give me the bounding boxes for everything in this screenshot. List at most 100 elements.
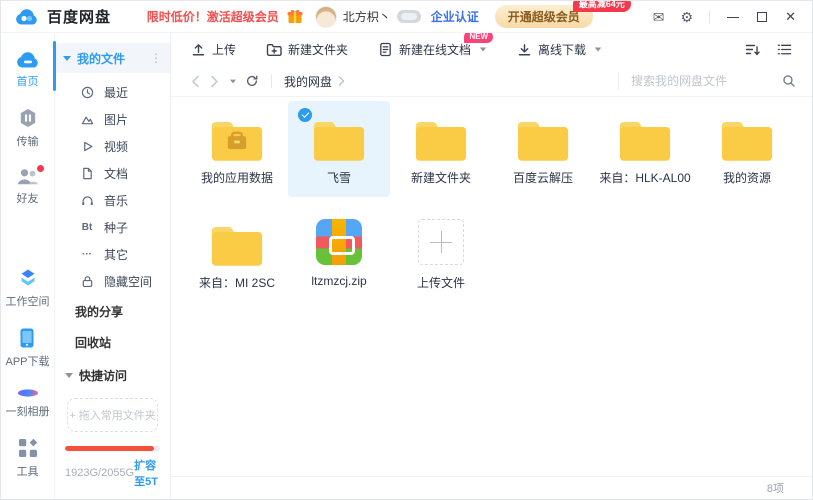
left-rail: 首页 传输 好友	[1, 33, 55, 499]
baidu-pan-logo-icon	[15, 8, 39, 25]
clock-icon	[80, 86, 94, 100]
rail-item-tools[interactable]: 工具	[17, 438, 39, 479]
scrollbar-thumb[interactable]	[53, 41, 56, 91]
sidebar-item-torrents[interactable]: Bt 种子	[55, 214, 170, 241]
chevron-down-icon	[480, 48, 486, 52]
enterprise-cert-link[interactable]: 企业认证	[431, 8, 479, 25]
app-title: 百度网盘	[47, 6, 111, 27]
mail-icon[interactable]: ✉	[653, 10, 665, 24]
rail-label: 工作空间	[6, 293, 50, 309]
file-tile-my-resources[interactable]: 我的资源	[696, 101, 798, 197]
sidebar-item-hidden-space[interactable]: 隐藏空间	[55, 268, 170, 295]
breadcrumb-chevron-icon	[338, 76, 345, 86]
sidebar-item-pictures[interactable]: 图片	[55, 106, 170, 133]
file-tile-new-folder[interactable]: 新建文件夹	[390, 101, 492, 197]
storage-progress-bar[interactable]	[65, 446, 160, 451]
new-folder-label: 新建文件夹	[288, 41, 348, 58]
history-dropdown-icon[interactable]	[230, 79, 236, 83]
file-name: 百度云解压	[513, 169, 573, 186]
rail-item-friends[interactable]: 好友	[16, 168, 39, 206]
folder-icon	[311, 110, 367, 162]
file-name: 来自：HLK-AL00	[599, 169, 690, 186]
file-tile-baidu-unzip[interactable]: 百度云解压	[492, 101, 594, 197]
document-icon	[80, 167, 94, 181]
offline-download-button[interactable]: 离线下载	[517, 41, 602, 58]
lock-icon	[80, 275, 94, 289]
search-input[interactable]	[631, 74, 782, 88]
file-tile-app-data[interactable]: 我的应用数据	[186, 101, 288, 197]
storage-usage-text: 1923G/2055G	[65, 467, 134, 479]
forward-button[interactable]	[210, 75, 219, 88]
rail-item-home[interactable]: 首页	[16, 51, 40, 89]
workspace-icon	[18, 268, 38, 288]
file-tile-zip[interactable]: ltzmzcj.zip	[288, 206, 390, 302]
tree-label: 音乐	[104, 192, 128, 209]
rail-item-app-download[interactable]: APP下载	[5, 328, 49, 369]
file-tile-from-hlk[interactable]: 来自：HLK-AL00	[594, 101, 696, 197]
username[interactable]: 北方枳丶	[343, 8, 391, 25]
folder-icon	[209, 215, 265, 267]
rail-item-transfer[interactable]: 传输	[17, 108, 39, 149]
refresh-icon	[245, 74, 259, 88]
item-count: 8项	[767, 480, 784, 496]
sidebar-item-documents[interactable]: 文档	[55, 160, 170, 187]
sidebar-item-music[interactable]: 音乐	[55, 187, 170, 214]
user-avatar[interactable]	[315, 6, 337, 28]
rail-label: 好友	[17, 190, 39, 206]
upload-file-label: 上传文件	[417, 274, 465, 291]
sidebar-item-other[interactable]: ··· 其它	[55, 241, 170, 268]
tree-label: 种子	[104, 219, 128, 236]
sort-button[interactable]	[745, 42, 761, 57]
file-tile-from-mi[interactable]: 来自：MI 2SC	[186, 206, 288, 302]
close-button[interactable]: ✕	[785, 9, 796, 25]
dropzone-hint: + 拖入常用文件夹	[69, 407, 155, 423]
breadcrumb-root[interactable]: 我的网盘	[284, 73, 332, 90]
drag-folder-dropzone[interactable]: + 拖入常用文件夹	[67, 398, 158, 432]
expand-storage-link[interactable]: 扩容至5T	[134, 457, 160, 489]
tree-label: 图片	[104, 111, 128, 128]
navigation-bar: 我的网盘	[171, 66, 812, 97]
divider	[271, 74, 272, 88]
upload-file-tile[interactable]: 上传文件	[390, 206, 492, 302]
app-logo: 百度网盘	[15, 6, 111, 27]
upload-plus-icon	[418, 215, 464, 267]
maximize-button[interactable]	[757, 12, 767, 22]
rail-item-workspace[interactable]: 工作空间	[6, 268, 50, 309]
new-online-doc-button[interactable]: 新建在线文档 NEW	[378, 41, 487, 58]
new-folder-button[interactable]: 新建文件夹	[266, 41, 348, 58]
discount-badge: 最高减64元	[573, 0, 631, 12]
file-tree-sidebar: 我的文件 ⋮ 最近 图片 视频	[55, 33, 171, 499]
rail-label: 首页	[17, 73, 39, 89]
file-tile-feixue-selected[interactable]: 飞雪	[288, 101, 390, 197]
sidebar-item-my-files[interactable]: 我的文件 ⋮	[55, 43, 170, 73]
tree-label: 隐藏空间	[104, 273, 152, 290]
notification-dot	[37, 165, 44, 172]
view-mode-button[interactable]	[777, 42, 792, 57]
sidebar-item-recent[interactable]: 最近	[55, 79, 170, 106]
open-svip-button[interactable]: 开通超级会员 最高减64元	[495, 5, 593, 28]
sidebar-item-my-share[interactable]: 我的分享	[55, 297, 170, 326]
sidebar-item-quick-access[interactable]: 快捷访问	[55, 361, 170, 390]
settings-gear-icon[interactable]: ⚙	[681, 10, 694, 24]
titlebar: 百度网盘 限时低价！激活超级会员 北方枳丶 企业认证 开通超级会员 最高减64元…	[1, 1, 812, 33]
sidebar-item-videos[interactable]: 视频	[55, 133, 170, 160]
chevron-right-icon	[210, 75, 219, 88]
new-doc-icon	[378, 42, 393, 57]
selected-check-icon[interactable]	[298, 108, 312, 122]
refresh-button[interactable]	[245, 74, 259, 88]
minimize-button[interactable]	[727, 11, 739, 23]
sort-icon	[745, 42, 761, 57]
gift-icon[interactable]	[287, 9, 303, 24]
promo-link[interactable]: 限时低价！激活超级会员	[147, 8, 279, 25]
search-icon[interactable]	[782, 74, 796, 88]
new-folder-icon	[266, 42, 282, 57]
sidebar-item-recycle-bin[interactable]: 回收站	[55, 328, 170, 357]
back-button[interactable]	[191, 75, 200, 88]
friends-icon	[16, 168, 39, 185]
vip-level-badge-icon[interactable]	[397, 10, 421, 23]
rail-item-photo-album[interactable]: 一刻相册	[6, 388, 50, 419]
upload-button[interactable]: 上传	[191, 41, 236, 58]
more-options-icon[interactable]: ⋮	[150, 51, 162, 65]
chevron-down-icon	[65, 373, 73, 378]
storage-panel: 1923G/2055G 扩容至5T	[55, 446, 170, 499]
